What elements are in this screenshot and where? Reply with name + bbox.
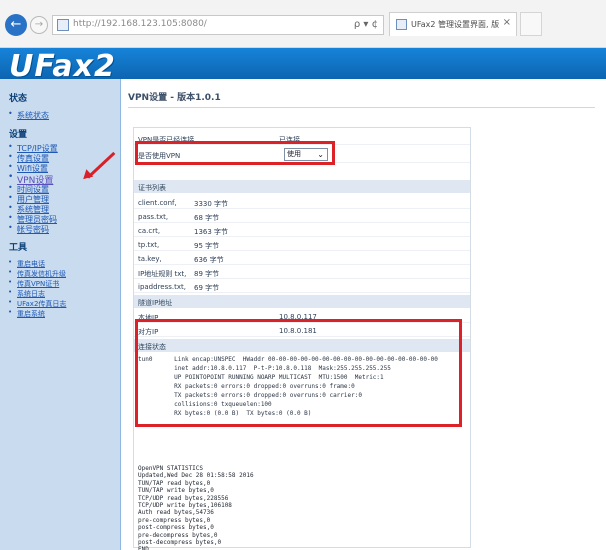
page-title: VPN设置 - 版本1.0.1 <box>128 93 221 103</box>
app-logo: UFax2 <box>9 49 116 84</box>
sidebar-item-restart-phone[interactable]: 重启电话 <box>8 258 45 269</box>
tab-page-icon <box>396 19 407 30</box>
sidebar-item-fax-log[interactable]: UFax2传真日志 <box>8 298 66 309</box>
browser-tab[interactable]: UFax2 管理设置界面, 版本... × <box>389 12 517 36</box>
forward-arrow-icon[interactable]: → <box>30 16 48 34</box>
cert-file-row: client.conf, 3330 字节 <box>134 196 470 209</box>
sidebar-item-restart-system[interactable]: 重启系统 <box>8 308 45 319</box>
tab-title: UFax2 管理设置界面, 版本... <box>411 20 499 29</box>
cert-file-row: IP地址规则 txt, 89 字节 <box>134 266 470 279</box>
sidebar-header-status: 状态 <box>9 94 28 104</box>
tunnel-ip-header: 隧道IP地址 <box>134 295 470 308</box>
sidebar-item-system-status[interactable]: 系统状态 <box>8 109 49 121</box>
sidebar-item-vpn-cert[interactable]: 传真VPN证书 <box>8 278 59 289</box>
new-tab-button[interactable] <box>520 12 542 36</box>
sidebar-item-account-password[interactable]: 帐号密码 <box>8 223 49 235</box>
sidebar-item-fax-upgrade[interactable]: 传真发信机升级 <box>8 268 66 279</box>
cert-file-row: ipaddress.txt, 69 字节 <box>134 280 470 293</box>
page-icon <box>57 19 69 31</box>
cert-file-row: tp.txt, 95 字节 <box>134 238 470 251</box>
address-bar[interactable]: http://192.168.123.105:8080/ ρ ▾ ¢ <box>52 15 384 35</box>
sidebar-header-settings: 设置 <box>9 130 28 140</box>
cert-list-header: 证书列表 <box>134 180 470 193</box>
main-content: VPN设置 - 版本1.0.1 VPN是否已经连接 已连接 是否使用VPN 使用… <box>121 79 606 550</box>
sidebar: 状态 系统状态 设置 TCP/IP设置 传真设置 Wifi设置 VPN设置 时间… <box>0 79 121 550</box>
openvpn-statistics-log: OpenVPN STATISTICS Updated,Wed Dec 28 01… <box>138 465 254 550</box>
title-divider <box>128 107 595 108</box>
browser-toolbar: ← → http://192.168.123.105:8080/ ρ ▾ ¢ U… <box>0 0 606 48</box>
url-text: http://192.168.123.105:8080/ <box>73 19 207 29</box>
address-actions[interactable]: ρ ▾ ¢ <box>354 19 378 30</box>
cert-file-row: pass.txt, 68 字节 <box>134 210 470 223</box>
cert-file-row: ca.crt, 1363 字节 <box>134 224 470 237</box>
highlight-connection-status <box>135 319 462 427</box>
screen: ← → http://192.168.123.105:8080/ ρ ▾ ¢ U… <box>0 0 606 550</box>
cert-file-row: ta.key, 636 字节 <box>134 252 470 265</box>
tab-close-icon[interactable]: × <box>503 17 511 28</box>
back-arrow-icon[interactable]: ← <box>5 14 27 36</box>
sidebar-header-tools: 工具 <box>9 243 28 253</box>
sidebar-item-system-log[interactable]: 系统日志 <box>8 288 45 299</box>
highlight-enable-vpn <box>135 141 335 165</box>
